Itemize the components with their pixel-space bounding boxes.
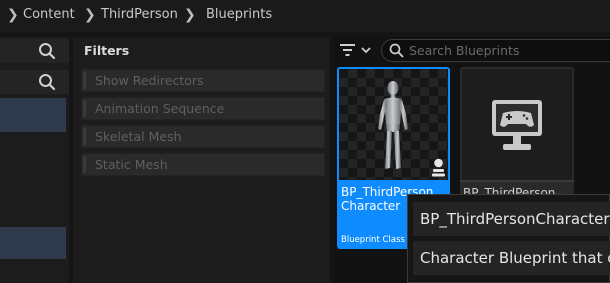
filter-skeletal-mesh[interactable]: Skeletal Mesh [81, 125, 325, 148]
skeleton-icon [432, 158, 445, 177]
filter-label: Static Mesh [95, 157, 168, 172]
filter-animation-sequence[interactable]: Animation Sequence [81, 97, 325, 120]
folder-search-row [0, 70, 69, 94]
search-placeholder: Search Blueprints [409, 43, 520, 58]
search-blueprints-input[interactable]: Search Blueprints [381, 39, 610, 62]
folder-tree-item-selected[interactable] [0, 227, 66, 259]
asset-type: Blueprint Class [341, 235, 405, 245]
search-icon[interactable] [38, 42, 56, 60]
sources-search-row [0, 39, 69, 63]
filter-dropdown-icon[interactable] [339, 42, 373, 60]
filters-title: Filters [84, 43, 130, 58]
chevron-right-icon: ❯ [84, 7, 96, 23]
tooltip-title-row: BP_ThirdPersonCharacter [413, 202, 610, 236]
filter-label: Animation Sequence [95, 101, 225, 116]
asset-tile-divider [460, 180, 574, 182]
search-icon[interactable] [38, 73, 56, 91]
filter-show-redirectors[interactable]: Show Redirectors [81, 69, 325, 92]
search-icon [389, 43, 404, 58]
breadcrumb-item-blueprints[interactable]: Blueprints [206, 0, 272, 32]
folder-tree-highlight[interactable] [0, 98, 66, 132]
asset-thumbnail [339, 69, 448, 180]
chevron-right-icon: ❯ [7, 7, 19, 23]
filter-label: Show Redirectors [95, 73, 204, 88]
chevron-right-icon: ❯ [184, 7, 196, 23]
asset-name-line2: Character [341, 199, 401, 213]
tooltip-description-row: Character Blueprint that co [413, 241, 610, 275]
breadcrumb-item-thirdperson[interactable]: ThirdPerson [101, 0, 178, 32]
breadcrumb-item-content[interactable]: Content [23, 0, 75, 32]
tooltip-title: BP_ThirdPersonCharacter [420, 210, 610, 228]
gamepad-monitor-icon [492, 100, 542, 150]
filter-static-mesh[interactable]: Static Mesh [81, 153, 325, 176]
tooltip-description: Character Blueprint that co [420, 249, 610, 267]
filter-label: Skeletal Mesh [95, 129, 182, 144]
asset-thumbnail [462, 69, 572, 180]
